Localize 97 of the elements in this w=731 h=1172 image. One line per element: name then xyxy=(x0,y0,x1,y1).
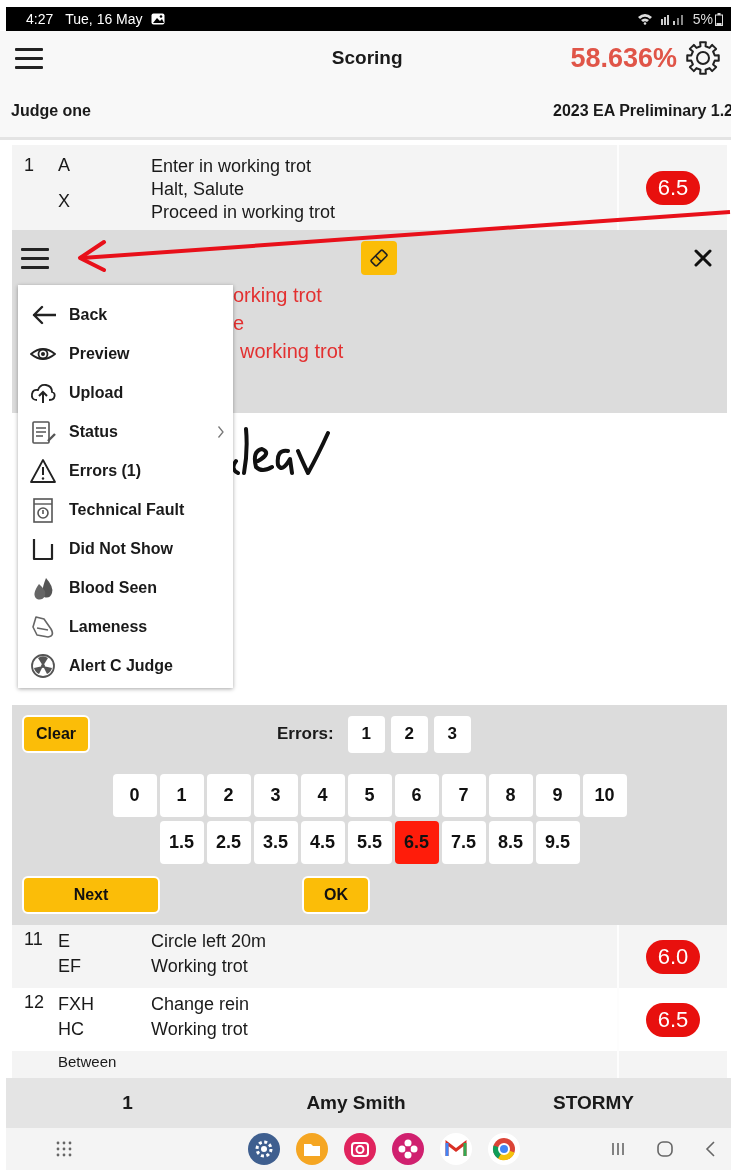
horse-name: STORMY xyxy=(553,1092,634,1114)
movement-number: 1 xyxy=(24,155,34,175)
score-button[interactable]: 7 xyxy=(441,774,486,817)
recent-apps-icon[interactable] xyxy=(610,1141,626,1157)
error-count-button[interactable]: 1 xyxy=(347,715,385,753)
score-badge: 6.0 xyxy=(645,939,701,974)
score-button[interactable]: 2.5 xyxy=(206,821,251,864)
score-button[interactable]: 6 xyxy=(394,774,439,817)
score-button[interactable]: 6.5 xyxy=(394,821,439,864)
browser-app-icon[interactable] xyxy=(488,1133,520,1165)
score-button[interactable]: 5 xyxy=(347,774,392,817)
arena-letter: X xyxy=(58,191,71,212)
error-count-button[interactable]: 2 xyxy=(390,715,428,753)
movement-text: orking trot xyxy=(233,283,322,308)
errors-label: Errors: xyxy=(277,724,334,744)
movement-row[interactable]: 1 A X Enter in working trot Halt, Salute Proceed in working trot 6.5 xyxy=(12,145,727,230)
score-button[interactable]: 8 xyxy=(488,774,533,817)
movement-text: Circle left 20m xyxy=(151,930,267,953)
score-badge: 6.5 xyxy=(645,1002,701,1037)
menu-item[interactable]: Back xyxy=(18,295,233,334)
score-percentage: 58.636% xyxy=(570,42,677,74)
arena-letter: EF xyxy=(58,955,82,978)
arena-letter: HC xyxy=(58,1018,85,1041)
arena-letter: A xyxy=(58,155,71,176)
ok-button[interactable]: OK xyxy=(302,876,370,914)
score-button[interactable]: 7.5 xyxy=(441,821,486,864)
hoof-icon xyxy=(30,613,56,640)
screen-title: Scoring xyxy=(330,47,404,69)
error-count-button[interactable]: 3 xyxy=(433,715,471,753)
movement-text: working trot xyxy=(240,339,344,364)
movement-row[interactable]: Between xyxy=(12,1051,727,1078)
menu-item[interactable]: Did Not Show xyxy=(18,529,233,568)
close-icon[interactable] xyxy=(693,248,713,268)
wifi-icon xyxy=(636,13,653,25)
clear-button[interactable]: Clear xyxy=(22,715,90,753)
arena-letter: E xyxy=(58,930,71,953)
next-button[interactable]: Next xyxy=(22,876,160,914)
mail-app-icon[interactable] xyxy=(440,1133,472,1165)
movement-number: 12 xyxy=(24,992,45,1012)
score-button[interactable]: 3.5 xyxy=(253,821,298,864)
movement-number: 11 xyxy=(24,929,43,949)
score-button[interactable]: 9.5 xyxy=(535,821,580,864)
competitor-number: 1 xyxy=(122,1092,133,1114)
movement-text: Halt, Salute xyxy=(151,178,246,201)
menu-item[interactable]: Preview xyxy=(18,334,233,373)
movement-text: Working trot xyxy=(151,1018,249,1041)
judge-name: Judge one xyxy=(11,102,91,120)
image-icon xyxy=(150,13,165,25)
settings-icon[interactable] xyxy=(685,40,721,76)
menu-item[interactable]: Lameness xyxy=(18,607,233,646)
menu-icon[interactable] xyxy=(14,45,44,71)
rider-name: Amy Smith xyxy=(306,1092,406,1114)
home-icon[interactable] xyxy=(656,1140,674,1158)
menu-item[interactable]: Technical Fault xyxy=(18,490,233,529)
score-button[interactable]: 10 xyxy=(582,774,627,817)
fault-icon xyxy=(30,496,56,523)
score-button[interactable]: 4 xyxy=(300,774,345,817)
score-button[interactable]: 1.5 xyxy=(159,821,204,864)
status-date: Tue, 16 May xyxy=(65,11,143,27)
score-button[interactable]: 9 xyxy=(535,774,580,817)
camera-app-icon[interactable] xyxy=(344,1133,376,1165)
gear-app-icon[interactable] xyxy=(248,1133,280,1165)
menu-item[interactable]: Alert C Judge xyxy=(18,646,233,685)
arena-letter: FXH xyxy=(58,993,95,1016)
warning-icon xyxy=(30,457,56,484)
movement-row[interactable]: 12 FXH HC Change rein Working trot 6.5 xyxy=(12,988,727,1051)
arena-letter: Between xyxy=(58,1053,118,1071)
back-icon[interactable] xyxy=(704,1140,716,1158)
eraser-button[interactable] xyxy=(360,241,397,275)
score-button[interactable]: 8.5 xyxy=(488,821,533,864)
score-button[interactable]: 2 xyxy=(206,774,251,817)
app-grid-icon[interactable] xyxy=(56,1141,72,1157)
flower-app-icon[interactable] xyxy=(392,1133,424,1165)
movement-row[interactable]: 11 E EF Circle left 20m Working trot 6.0 xyxy=(12,925,727,988)
menu-item[interactable]: Blood Seen xyxy=(18,568,233,607)
signal-icon xyxy=(660,13,685,25)
movement-text: Change rein xyxy=(151,993,250,1016)
menu-item[interactable]: Status xyxy=(18,412,233,451)
movement-text: Working trot xyxy=(151,955,249,978)
score-button[interactable]: 5.5 xyxy=(347,821,392,864)
radiation-icon xyxy=(30,652,56,679)
movement-text: Enter in working trot xyxy=(151,155,313,178)
score-button[interactable]: 4.5 xyxy=(300,821,345,864)
menu-icon[interactable] xyxy=(20,245,50,271)
score-badge: 6.5 xyxy=(645,170,701,205)
menu-item[interactable]: Errors (1) xyxy=(18,451,233,490)
menu-item[interactable]: Upload xyxy=(18,373,233,412)
score-button[interactable]: 1 xyxy=(159,774,204,817)
status-time: 4:27 xyxy=(26,11,54,27)
score-button[interactable]: 3 xyxy=(253,774,298,817)
clipboard-icon xyxy=(30,418,56,445)
battery-level: 5% xyxy=(692,11,713,27)
movement-text: e xyxy=(233,311,245,336)
battery-icon xyxy=(715,12,723,26)
score-button[interactable]: 0 xyxy=(112,774,157,817)
chevron-icon xyxy=(217,424,225,439)
movement-text: Proceed in working trot xyxy=(151,201,336,224)
